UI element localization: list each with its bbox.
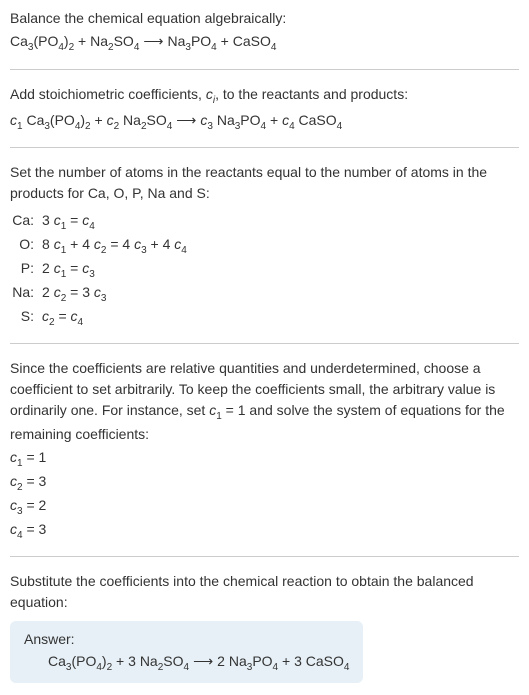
unbalanced-equation: Ca3(PO4)2 + Na2SO4⟶Na3PO4 + CaSO4 <box>10 31 519 55</box>
product-1: Na3PO4 <box>167 33 216 49</box>
divider <box>10 343 519 344</box>
element-label: S: <box>12 306 42 330</box>
atoms-table: Ca: 3 c1 = c4 O: 8 c1 + 4 c2 = 4 c3 + 4 … <box>12 210 519 329</box>
substitute-text: Substitute the coefficients into the che… <box>10 571 519 613</box>
element-equation: c2 = c4 <box>42 306 83 330</box>
coefficient-value: c4 = 3 <box>10 519 519 543</box>
element-equation: 2 c1 = c3 <box>42 258 95 282</box>
reaction-arrow-icon: ⟶ <box>139 33 167 49</box>
reaction-arrow-icon: ⟶ <box>172 112 200 128</box>
coefficient-value: c3 = 2 <box>10 495 519 519</box>
solve-text: Since the coefficients are relative quan… <box>10 358 519 445</box>
product-1: Na3PO4 <box>217 112 266 128</box>
atoms-section: Set the number of atoms in the reactants… <box>10 162 519 329</box>
divider <box>10 556 519 557</box>
stoich-equation: c1 Ca3(PO4)2 + c2 Na2SO4⟶c3 Na3PO4 + c4 … <box>10 110 519 134</box>
element-equation: 3 c1 = c4 <box>42 210 95 234</box>
divider <box>10 69 519 70</box>
answer-box: Answer: Ca3(PO4)2 + 3 Na2SO4⟶2 Na3PO4 + … <box>10 621 363 683</box>
stoich-section: Add stoichiometric coefficients, ci, to … <box>10 84 519 134</box>
solve-section: Since the coefficients are relative quan… <box>10 358 519 542</box>
reactant-1: Ca3(PO4)2 <box>10 33 74 49</box>
reactant-1: Ca3(PO4)2 <box>26 112 90 128</box>
balanced-equation: Ca3(PO4)2 + 3 Na2SO4⟶2 Na3PO4 + 3 CaSO4 <box>24 653 349 673</box>
product-1: Na3PO4 <box>229 653 278 669</box>
reactant-2: Na2SO4 <box>90 33 139 49</box>
table-row: S: c2 = c4 <box>12 306 519 330</box>
element-label: P: <box>12 258 42 282</box>
table-row: Na: 2 c2 = 3 c3 <box>12 282 519 306</box>
answer-label: Answer: <box>24 631 349 647</box>
reactant-2: Na2SO4 <box>123 112 172 128</box>
product-2: CaSO4 <box>306 653 350 669</box>
table-row: O: 8 c1 + 4 c2 = 4 c3 + 4 c4 <box>12 234 519 258</box>
element-equation: 2 c2 = 3 c3 <box>42 282 106 306</box>
coefficient-value: c1 = 1 <box>10 447 519 471</box>
element-equation: 8 c1 + 4 c2 = 4 c3 + 4 c4 <box>42 234 187 258</box>
coefficient-value: c2 = 3 <box>10 471 519 495</box>
element-label: O: <box>12 234 42 258</box>
element-label: Na: <box>12 282 42 306</box>
atoms-intro: Set the number of atoms in the reactants… <box>10 162 519 204</box>
table-row: P: 2 c1 = c3 <box>12 258 519 282</box>
reactant-2: Na2SO4 <box>140 653 189 669</box>
divider <box>10 147 519 148</box>
product-2: CaSO4 <box>233 33 277 49</box>
reaction-arrow-icon: ⟶ <box>189 653 217 669</box>
element-label: Ca: <box>12 210 42 234</box>
intro-section: Balance the chemical equation algebraica… <box>10 8 519 55</box>
substitute-section: Substitute the coefficients into the che… <box>10 571 519 683</box>
intro-text: Balance the chemical equation algebraica… <box>10 8 519 29</box>
table-row: Ca: 3 c1 = c4 <box>12 210 519 234</box>
product-2: CaSO4 <box>299 112 343 128</box>
stoich-text: Add stoichiometric coefficients, ci, to … <box>10 84 519 108</box>
reactant-1: Ca3(PO4)2 <box>48 653 112 669</box>
